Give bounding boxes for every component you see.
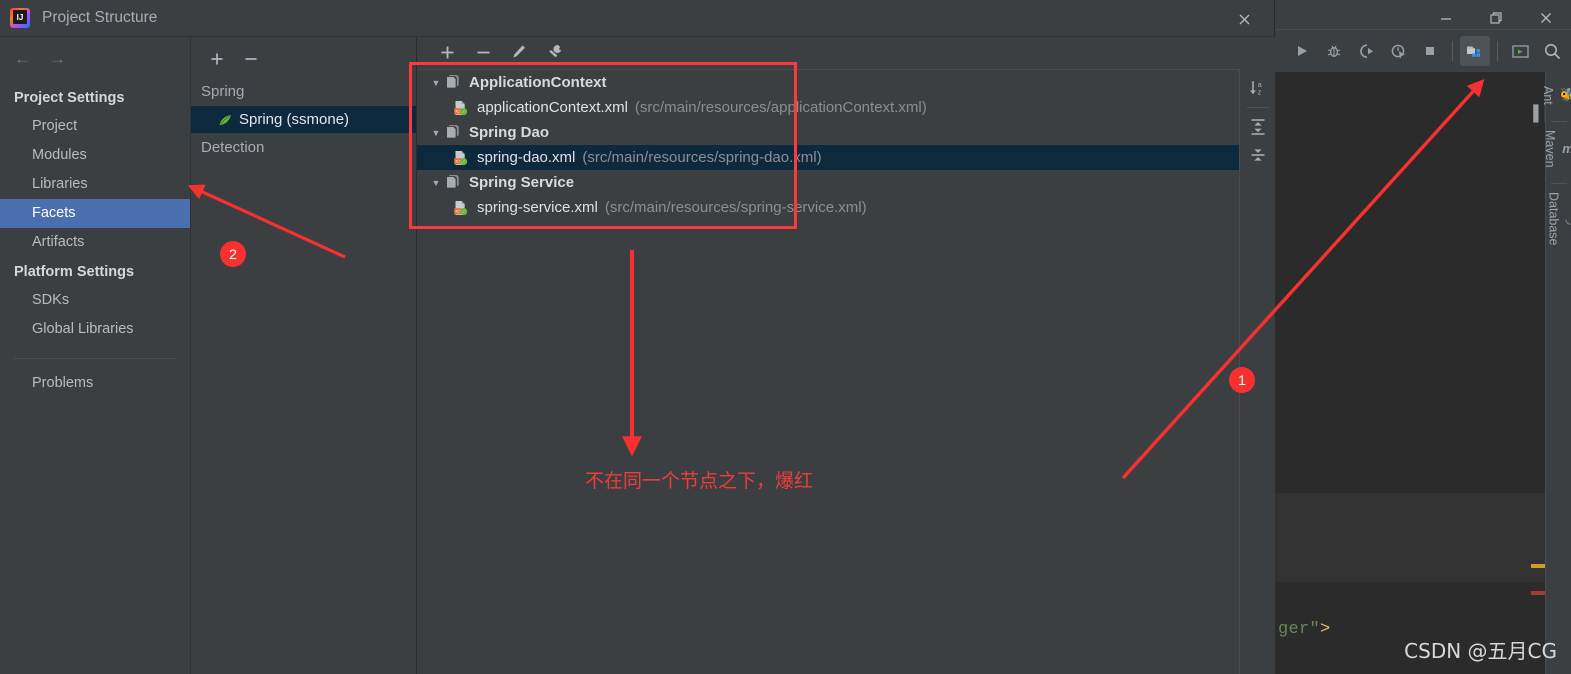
nav-group-project-settings: Project Settings — [14, 90, 125, 106]
expand-all-icon[interactable] — [1245, 114, 1271, 140]
tree-toolbar — [417, 37, 1275, 67]
arrow-right-icon[interactable]: → — [49, 49, 66, 69]
facet-item-spring-label: Spring (ssmone) — [239, 111, 350, 128]
toolbar-separator — [1452, 41, 1453, 61]
tree-file-name: applicationContext.xml — [477, 99, 628, 116]
dialog-body: ← → Project Settings Project Modules Lib… — [0, 37, 1275, 674]
facet-detail-pane: ▼ ApplicationContext <> applicationConte… — [417, 37, 1275, 674]
tree-file-path: (src/main/resources/spring-service.xml) — [604, 199, 867, 216]
toolbar-separator-2 — [1497, 41, 1498, 61]
editor-area[interactable] — [1275, 72, 1571, 674]
code-string: ger" — [1278, 620, 1321, 639]
add-icon[interactable] — [205, 47, 229, 71]
sidebar-item-project[interactable]: Project — [0, 112, 190, 141]
edit-pencil-icon[interactable] — [507, 40, 531, 64]
ant-icon: 🐝 — [1559, 87, 1571, 103]
nav-group-platform-settings: Platform Settings — [14, 264, 135, 280]
sidebar-item-global-libraries[interactable]: Global Libraries — [0, 315, 190, 344]
run-icon[interactable] — [1287, 36, 1317, 66]
side-toolbar-separator — [1246, 107, 1269, 108]
dialog-titlebar: Project Structure — [0, 0, 1274, 37]
file-group-icon — [445, 173, 461, 191]
stop-icon[interactable] — [1415, 36, 1445, 66]
ide-right-toolwindow-rail: 🐝 Ant m Maven ◟ Database — [1541, 72, 1571, 674]
facet-detection-header: Detection — [201, 139, 265, 156]
facet-list-pane: Spring Spring (ssmone) Detection — [191, 37, 417, 674]
rail-tab-maven[interactable]: m Maven — [1543, 124, 1571, 182]
tree-row[interactable]: <> applicationContext.xml (src/main/reso… — [417, 95, 1239, 120]
remove-icon[interactable] — [239, 47, 263, 71]
editor-band-top — [1275, 72, 1571, 493]
rail-tab-ant-label: Ant — [1540, 86, 1555, 105]
spring-leaf-icon — [217, 113, 232, 127]
tree-file-name: spring-service.xml — [477, 199, 598, 216]
sidebar-item-modules[interactable]: Modules — [0, 141, 190, 170]
debug-icon[interactable] — [1319, 36, 1349, 66]
rail-separator-2 — [1550, 183, 1567, 185]
rail-tab-database[interactable]: ◟ Database — [1546, 186, 1570, 260]
tree-group-label: Spring Dao — [469, 124, 550, 141]
spring-xml-file-icon: <> — [453, 200, 469, 216]
sidebar-item-libraries[interactable]: Libraries — [0, 170, 190, 199]
tree-row[interactable]: ▼ Spring Dao — [417, 120, 1239, 145]
chevron-down-icon[interactable]: ▼ — [427, 78, 445, 88]
sidebar-item-artifacts[interactable]: Artifacts — [0, 228, 190, 257]
dialog-title-text: Project Structure — [42, 9, 158, 26]
dialog-close-button[interactable] — [1226, 6, 1262, 32]
svg-text:z: z — [1257, 87, 1261, 96]
rail-tab-database-label: Database — [1546, 192, 1561, 246]
rail-tab-maven-label: Maven — [1543, 129, 1558, 168]
sidebar-item-sdks[interactable]: SDKs — [0, 286, 190, 315]
chevron-down-icon[interactable]: ▼ — [427, 178, 445, 188]
rail-tab-ant[interactable]: 🐝 Ant — [1541, 80, 1571, 119]
maven-icon: m — [1562, 141, 1571, 156]
code-tag: > — [1320, 620, 1331, 639]
ide-run-toolbar — [1275, 30, 1571, 72]
chevron-down-icon[interactable]: ▼ — [427, 128, 445, 138]
facet-item-spring[interactable]: Spring (ssmone) — [191, 106, 416, 133]
screenshot-root: ger"> ▐▐ 🐝 Ant m Maven ◟ Database Projec… — [0, 0, 1571, 674]
settings-navigation-pane: ← → Project Settings Project Modules Lib… — [0, 37, 191, 674]
tree-row[interactable]: <> spring-dao.xml (src/main/resources/sp… — [417, 145, 1239, 170]
file-group-icon — [445, 123, 461, 141]
search-icon[interactable] — [1537, 36, 1567, 66]
nav-divider — [14, 358, 176, 359]
project-structure-dialog: Project Structure ← → Project Settings P… — [0, 0, 1275, 674]
nav-history-controls: ← → — [0, 49, 190, 83]
collapse-all-icon[interactable] — [1245, 142, 1271, 168]
tree-row[interactable]: ▼ ApplicationContext — [417, 70, 1239, 95]
rail-separator-1 — [1550, 120, 1567, 122]
tree-add-icon[interactable] — [435, 40, 459, 64]
sidebar-item-facets[interactable]: Facets — [0, 199, 190, 228]
tree-group-label: ApplicationContext — [469, 74, 607, 91]
editor-code-fragment: ger"> — [1278, 620, 1331, 639]
tree-file-path: (src/main/resources/spring-dao.xml) — [582, 149, 822, 166]
terminal-icon[interactable] — [1505, 36, 1535, 66]
arrow-left-icon[interactable]: ← — [14, 49, 31, 69]
run-with-coverage-icon[interactable] — [1351, 36, 1381, 66]
intellij-idea-logo — [10, 8, 30, 28]
tree-row[interactable]: <> spring-service.xml (src/main/resource… — [417, 195, 1239, 220]
profiler-icon[interactable] — [1383, 36, 1413, 66]
file-group-icon — [445, 73, 461, 91]
spring-xml-file-icon: <> — [453, 100, 469, 116]
sort-alphabetically-icon[interactable]: a z — [1245, 75, 1271, 101]
spring-xml-file-icon: <> — [453, 150, 469, 166]
facet-group-header: Spring — [201, 83, 245, 100]
tree-side-toolbar: a z — [1239, 69, 1275, 674]
tree-remove-icon[interactable] — [471, 40, 495, 64]
editor-band-highlight — [1275, 493, 1571, 582]
sidebar-item-problems[interactable]: Problems — [0, 369, 190, 398]
facet-file-tree[interactable]: ▼ ApplicationContext <> applicationConte… — [417, 69, 1239, 674]
project-structure-icon[interactable] — [1460, 36, 1490, 66]
facet-toolbar — [191, 37, 416, 77]
tree-row[interactable]: ▼ Spring Service — [417, 170, 1239, 195]
tree-file-path: (src/main/resources/applicationContext.x… — [634, 99, 927, 116]
tree-group-label: Spring Service — [469, 174, 575, 191]
tree-file-name: spring-dao.xml — [477, 149, 576, 166]
database-icon: ◟ — [1565, 211, 1571, 227]
wrench-icon[interactable] — [543, 40, 567, 64]
